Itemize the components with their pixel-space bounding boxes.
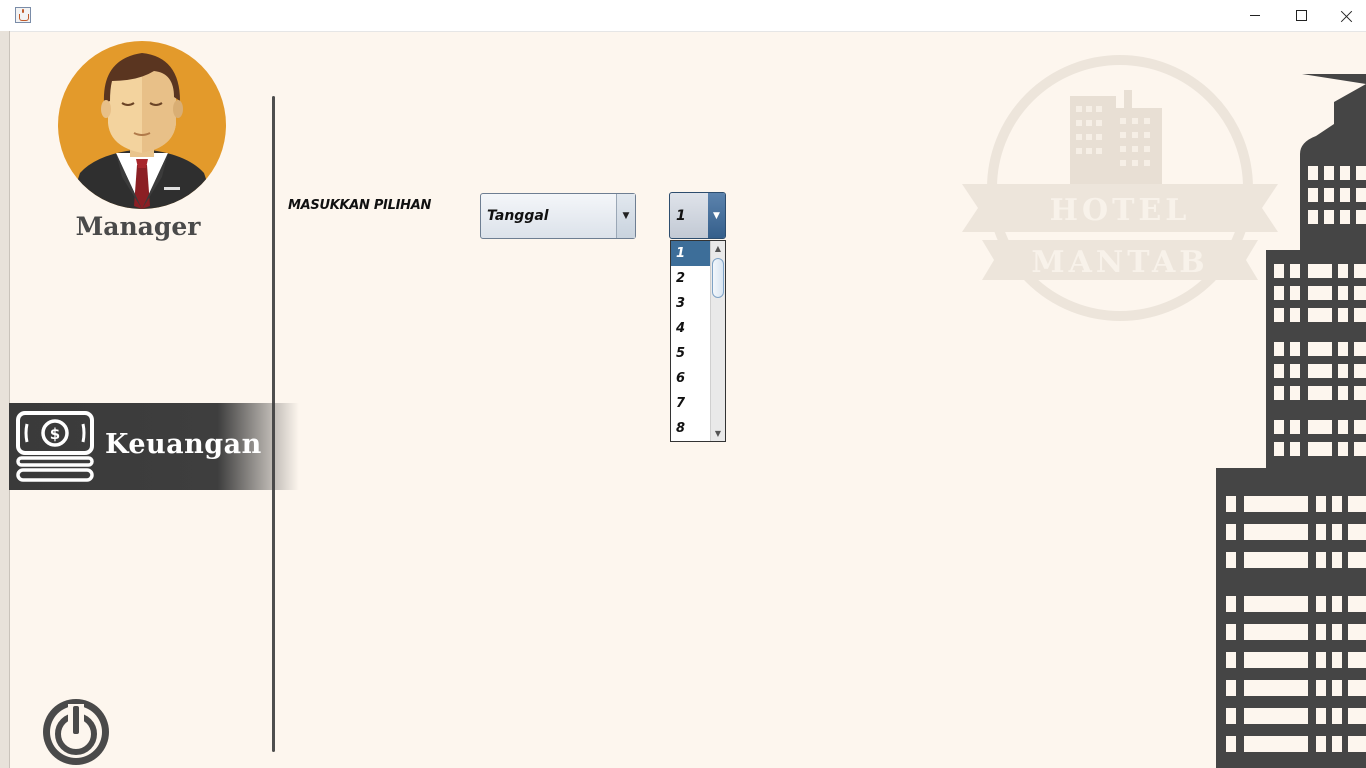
close-icon	[1341, 10, 1353, 22]
maximize-icon	[1295, 10, 1307, 21]
day-select[interactable]: 1 ▼	[669, 192, 726, 239]
chevron-down-icon[interactable]: ▼	[616, 194, 635, 238]
minimize-icon	[1250, 15, 1260, 16]
dropdown-scrollbar[interactable]: ▲ ▼	[710, 241, 725, 441]
user-role-label: Manager	[75, 212, 201, 241]
manager-avatar-icon	[58, 41, 226, 209]
list-item[interactable]: 3	[671, 291, 711, 316]
scroll-down-icon[interactable]: ▼	[711, 426, 725, 441]
list-item[interactable]: 1	[671, 241, 711, 266]
choice-prompt-label: MASUKKAN PILIHAN	[288, 198, 432, 213]
building-illustration	[1216, 74, 1366, 768]
day-dropdown-list[interactable]: 1 2 3 4 5 6 7 8 ▲ ▼	[670, 240, 726, 442]
java-app-icon	[15, 7, 31, 23]
scrollbar-thumb[interactable]	[712, 258, 724, 298]
list-item[interactable]: 5	[671, 341, 711, 366]
sidebar-item-label: Keuangan	[105, 429, 262, 460]
filter-type-value: Tanggal	[487, 208, 549, 224]
list-item[interactable]: 2	[671, 266, 711, 291]
list-item[interactable]: 6	[671, 366, 711, 391]
scroll-up-icon[interactable]: ▲	[711, 241, 725, 256]
window-left-edge	[0, 31, 10, 768]
chevron-down-icon[interactable]: ▼	[708, 193, 725, 238]
svg-text:$: $	[50, 425, 60, 443]
money-stack-icon: $	[16, 411, 94, 482]
list-item[interactable]: 4	[671, 316, 711, 341]
close-button[interactable]	[1324, 0, 1366, 31]
list-item[interactable]: 8	[671, 416, 711, 441]
logo-line-hotel: HOTEL	[1050, 193, 1191, 228]
list-item[interactable]: 7	[671, 391, 711, 416]
window-title-bar	[0, 0, 1366, 32]
minimize-button[interactable]	[1232, 0, 1278, 31]
day-select-value: 1	[676, 208, 686, 224]
power-icon[interactable]	[40, 696, 112, 768]
sidebar-item-keuangan[interactable]: $ Keuangan	[9, 403, 299, 490]
filter-type-select[interactable]: Tanggal ▼	[480, 193, 636, 239]
logo-line-mantab: MANTAB	[1031, 245, 1208, 280]
maximize-button[interactable]	[1278, 0, 1324, 31]
